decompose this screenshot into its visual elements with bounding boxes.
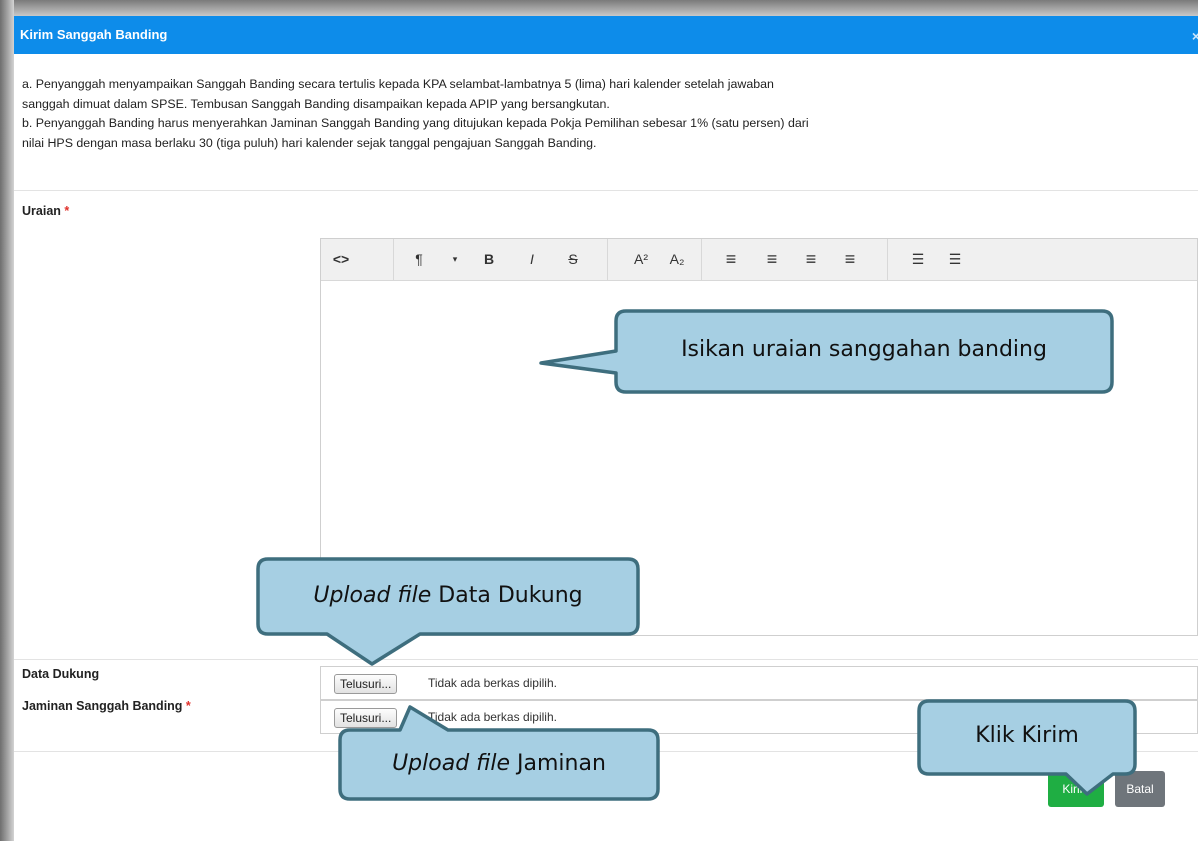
italic-icon[interactable]: I bbox=[514, 239, 550, 280]
strikethrough-icon[interactable]: S bbox=[555, 239, 591, 280]
info-line: a. Penyanggah menyampaikan Sanggah Bandi… bbox=[22, 77, 774, 91]
cancel-button[interactable]: Batal bbox=[1115, 771, 1165, 807]
paragraph-icon[interactable]: ¶ bbox=[401, 239, 437, 280]
info-line: b. Penyanggah Banding harus menyerahkan … bbox=[22, 116, 809, 130]
jaminan-file-status: Tidak ada berkas dipilih. bbox=[428, 710, 557, 724]
dialog: Kirim Sanggah Banding × a. Penyanggah me… bbox=[14, 16, 1198, 841]
align-justify-icon[interactable]: ≡ bbox=[832, 239, 868, 280]
divider bbox=[14, 659, 1198, 660]
callout-jaminan-rest: Jaminan bbox=[510, 751, 606, 776]
align-right-icon[interactable]: ≡ bbox=[793, 239, 829, 280]
align-center-icon[interactable]: ≡ bbox=[754, 239, 790, 280]
close-icon[interactable]: × bbox=[1192, 28, 1198, 44]
callout-data-dukung-text: Upload file Data Dukung bbox=[258, 583, 638, 608]
dialog-header: Kirim Sanggah Banding × bbox=[14, 16, 1198, 54]
data-dukung-label: Data Dukung bbox=[22, 667, 100, 681]
callout-data-dukung-rest: Data Dukung bbox=[431, 583, 583, 608]
info-line: nilai HPS dengan masa berlaku 30 (tiga p… bbox=[22, 135, 597, 150]
editor-toolbar: <> ¶ ▾ B I S A² A₂ ≡ ≡ ≡ ≡ ☰ ☰ bbox=[321, 239, 1197, 281]
data-dukung-file-status: Tidak ada berkas dipilih. bbox=[428, 676, 557, 690]
uraian-label: Uraian * bbox=[22, 204, 69, 218]
callout-jaminan-text: Upload file Jaminan bbox=[340, 751, 658, 776]
callout-data-dukung-italic: Upload file bbox=[313, 583, 432, 608]
toolbar-separator bbox=[393, 239, 394, 280]
divider bbox=[14, 190, 1198, 191]
jaminan-browse-button[interactable]: Telusuri... bbox=[334, 708, 398, 728]
info-text: a. Penyanggah menyampaikan Sanggah Bandi… bbox=[22, 77, 1198, 153]
info-line: sanggah dimuat dalam SPSE. Tembusan Sang… bbox=[22, 96, 610, 111]
code-view-icon[interactable]: <> bbox=[323, 239, 359, 280]
bold-icon[interactable]: B bbox=[471, 239, 507, 280]
chevron-down-icon[interactable]: ▾ bbox=[437, 239, 473, 280]
subscript-icon[interactable]: A₂ bbox=[659, 239, 695, 280]
data-dukung-file-input[interactable]: Telusuri... Tidak ada berkas dipilih. bbox=[320, 666, 1198, 700]
dialog-title: Kirim Sanggah Banding bbox=[20, 27, 168, 42]
toolbar-separator bbox=[607, 239, 608, 280]
required-mark: * bbox=[64, 204, 70, 218]
callout-kirim-text: Klik Kirim bbox=[975, 723, 1079, 748]
window-shadow-left bbox=[0, 0, 14, 841]
callout-jaminan-italic: Upload file bbox=[392, 751, 511, 776]
jaminan-label: Jaminan Sanggah Banding * bbox=[22, 699, 191, 713]
bullet-list-icon[interactable]: ☰ bbox=[900, 239, 936, 280]
jaminan-label-text: Jaminan Sanggah Banding bbox=[22, 699, 183, 713]
align-left-icon[interactable]: ≡ bbox=[713, 239, 749, 280]
numbered-list-icon[interactable]: ☰ bbox=[937, 239, 973, 280]
callout-uraian-text: Isikan uraian sanggahan banding bbox=[681, 337, 1047, 362]
uraian-editor[interactable]: <> ¶ ▾ B I S A² A₂ ≡ ≡ ≡ ≡ ☰ ☰ bbox=[320, 238, 1198, 636]
required-mark: * bbox=[185, 699, 191, 713]
data-dukung-browse-button[interactable]: Telusuri... bbox=[334, 674, 398, 694]
toolbar-separator bbox=[887, 239, 888, 280]
window-shadow-top bbox=[0, 0, 1198, 16]
toolbar-separator bbox=[701, 239, 702, 280]
superscript-icon[interactable]: A² bbox=[623, 239, 659, 280]
uraian-label-text: Uraian bbox=[22, 204, 61, 218]
submit-button[interactable]: Kirim bbox=[1048, 771, 1104, 807]
